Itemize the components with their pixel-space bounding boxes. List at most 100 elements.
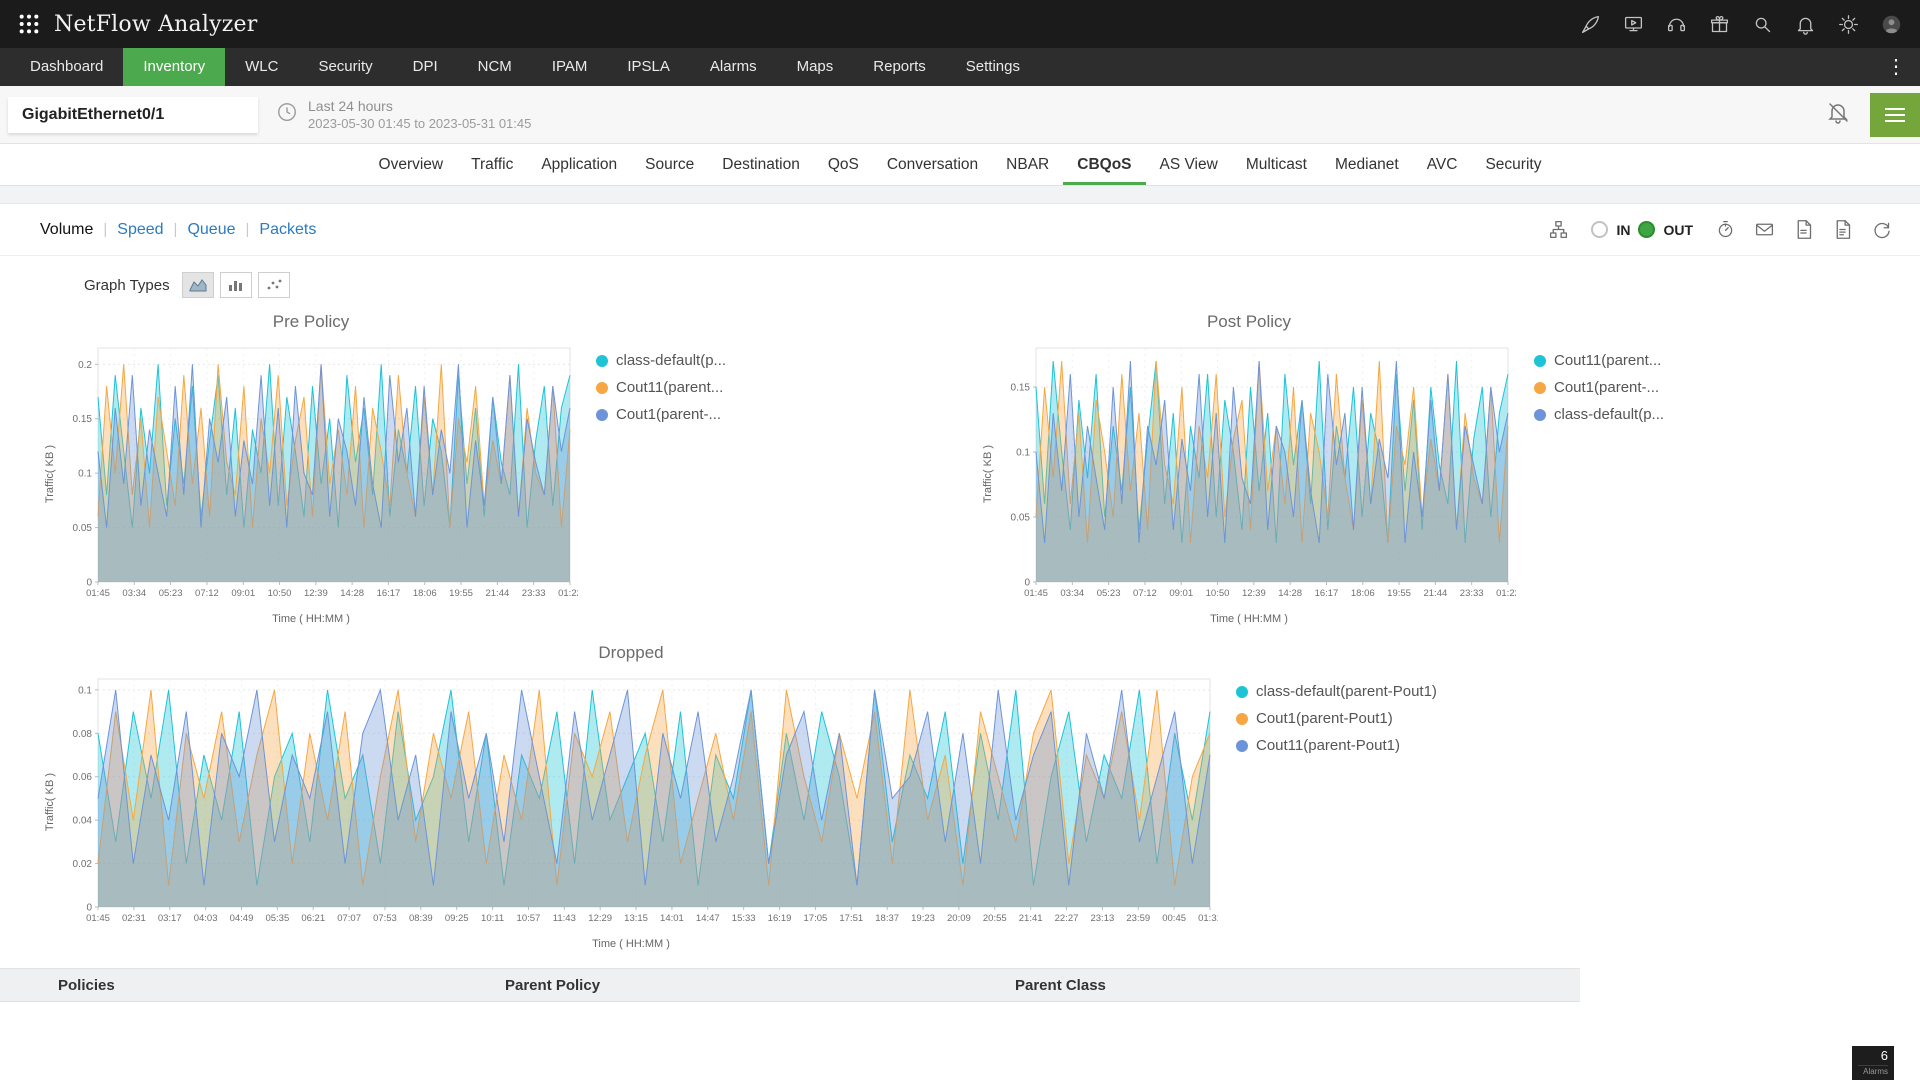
svg-text:04:03: 04:03 [194, 913, 218, 924]
pre-policy-plot[interactable]: 00.050.10.150.201:4503:3405:2307:1209:01… [58, 338, 578, 611]
search-icon[interactable] [1752, 14, 1773, 35]
tab-nbar[interactable]: NBAR [992, 144, 1063, 185]
top-bar: NetFlow Analyzer [0, 0, 1920, 48]
separator-band [0, 186, 1920, 204]
demo-screen-icon[interactable] [1623, 14, 1644, 35]
tab-application[interactable]: Application [527, 144, 631, 185]
svg-text:03:17: 03:17 [158, 913, 182, 924]
nav-item-wlc[interactable]: WLC [225, 48, 298, 86]
support-headset-icon[interactable] [1666, 14, 1687, 35]
legend-item[interactable]: class-default(p... [596, 352, 726, 369]
nav-item-reports[interactable]: Reports [853, 48, 946, 86]
legend-color-dot [1236, 740, 1248, 752]
svg-text:18:06: 18:06 [413, 588, 437, 599]
legend-item[interactable]: Cout1(parent-... [1534, 379, 1664, 396]
export-pdf-icon[interactable] [1793, 219, 1814, 240]
post-policy-xlabel: Time ( HH:MM ) [982, 611, 1516, 625]
legend-color-dot [1236, 713, 1248, 725]
tab-as-view[interactable]: AS View [1146, 144, 1232, 185]
svg-text:01:22: 01:22 [558, 588, 578, 599]
svg-text:17:51: 17:51 [839, 913, 863, 924]
nav-item-security[interactable]: Security [298, 48, 392, 86]
view-link-queue[interactable]: Queue [187, 221, 235, 239]
svg-text:21:41: 21:41 [1019, 913, 1043, 924]
view-links: Volume|Speed|Queue|Packets [40, 221, 316, 239]
graph-types-label: Graph Types [84, 277, 170, 294]
tab-destination[interactable]: Destination [708, 144, 814, 185]
svg-text:01:45: 01:45 [1024, 588, 1048, 599]
tab-medianet[interactable]: Medianet [1321, 144, 1413, 185]
time-period-selector[interactable]: Last 24 hours 2023-05-30 01:45 to 2023-0… [276, 98, 531, 131]
side-panel-menu-button[interactable] [1870, 93, 1920, 137]
tab-conversation[interactable]: Conversation [873, 144, 992, 185]
graph-type-area-button[interactable] [182, 272, 214, 298]
sub-header: GigabitEthernet0/1 Last 24 hours 2023-05… [0, 86, 1920, 144]
nav-item-inventory[interactable]: Inventory [123, 48, 225, 86]
tab-multicast[interactable]: Multicast [1232, 144, 1321, 185]
legend-item[interactable]: Cout11(parent... [1534, 352, 1664, 369]
nav-item-ipsla[interactable]: IPSLA [607, 48, 690, 86]
view-link-volume[interactable]: Volume [40, 221, 93, 239]
pre-policy-ylabel: Traffic( KB ) [44, 445, 56, 503]
email-icon[interactable] [1754, 219, 1775, 240]
nav-item-dpi[interactable]: DPI [393, 48, 458, 86]
settings-gear-icon[interactable] [1838, 14, 1859, 35]
rewards-gift-icon[interactable] [1709, 14, 1730, 35]
nav-kebab-icon[interactable]: ⋮ [1872, 48, 1920, 86]
legend-item[interactable]: Cout11(parent... [596, 379, 726, 396]
tab-security[interactable]: Security [1471, 144, 1555, 185]
hierarchy-tree-icon[interactable] [1548, 219, 1569, 240]
svg-text:13:15: 13:15 [624, 913, 648, 924]
nav-item-maps[interactable]: Maps [777, 48, 854, 86]
getting-started-rocket-icon[interactable] [1580, 14, 1601, 35]
legend-item[interactable]: class-default(parent-Pout1) [1236, 683, 1437, 700]
in-radio[interactable] [1591, 221, 1608, 238]
tab-qos[interactable]: QoS [814, 144, 873, 185]
graph-type-bar-button[interactable] [220, 272, 252, 298]
main-nav: DashboardInventoryWLCSecurityDPINCMIPAMI… [0, 48, 1920, 86]
tab-source[interactable]: Source [631, 144, 708, 185]
svg-text:01:31: 01:31 [1198, 913, 1218, 924]
nav-item-ncm[interactable]: NCM [458, 48, 532, 86]
notifications-bell-icon[interactable] [1795, 14, 1816, 35]
svg-text:12:39: 12:39 [1242, 588, 1266, 599]
nav-item-settings[interactable]: Settings [946, 48, 1040, 86]
nav-item-alarms[interactable]: Alarms [690, 48, 777, 86]
tab-traffic[interactable]: Traffic [457, 144, 527, 185]
interface-selector[interactable]: GigabitEthernet0/1 [8, 97, 258, 133]
nav-item-dashboard[interactable]: Dashboard [10, 48, 123, 86]
graph-type-scatter-button[interactable] [258, 272, 290, 298]
tab-overview[interactable]: Overview [365, 144, 458, 185]
tab-avc[interactable]: AVC [1413, 144, 1472, 185]
refresh-icon[interactable] [1871, 219, 1892, 240]
legend-item[interactable]: Cout11(parent-Pout1) [1236, 737, 1437, 754]
alarms-badge[interactable]: 6 Alarms [1852, 1046, 1894, 1080]
legend-item[interactable]: Cout1(parent-Pout1) [1236, 710, 1437, 727]
svg-text:05:23: 05:23 [159, 588, 183, 599]
tab-cbqos[interactable]: CBQoS [1063, 144, 1145, 185]
topbar-icons [1580, 14, 1902, 35]
period-range: 2023-05-30 01:45 to 2023-05-31 01:45 [308, 116, 531, 131]
view-link-packets[interactable]: Packets [259, 221, 316, 239]
view-link-speed[interactable]: Speed [117, 221, 163, 239]
user-avatar-icon[interactable] [1881, 14, 1902, 35]
svg-text:10:11: 10:11 [481, 913, 504, 924]
schedule-timer-icon[interactable] [1715, 219, 1736, 240]
post-policy-plot[interactable]: 00.050.10.1501:4503:3405:2307:1209:0110:… [996, 338, 1516, 611]
subheader-right [1826, 93, 1920, 137]
nav-item-ipam[interactable]: IPAM [532, 48, 608, 86]
legend-label: Cout1(parent-Pout1) [1256, 710, 1393, 727]
dropped-plot[interactable]: 00.020.040.060.080.101:4502:3103:1704:03… [58, 669, 1218, 936]
column-header-parent-class: Parent Class [1015, 977, 1580, 994]
app-grid-icon[interactable] [18, 13, 40, 35]
svg-text:0.05: 0.05 [73, 523, 93, 534]
legend-item[interactable]: class-default(p... [1534, 406, 1664, 423]
legend-color-dot [596, 409, 608, 421]
export-csv-icon[interactable] [1832, 219, 1853, 240]
legend-item[interactable]: Cout1(parent-... [596, 406, 726, 423]
svg-text:21:44: 21:44 [485, 588, 509, 599]
out-radio[interactable] [1638, 221, 1655, 238]
svg-text:20:55: 20:55 [983, 913, 1007, 924]
alarm-mute-icon[interactable] [1826, 100, 1850, 129]
svg-text:15:33: 15:33 [732, 913, 756, 924]
